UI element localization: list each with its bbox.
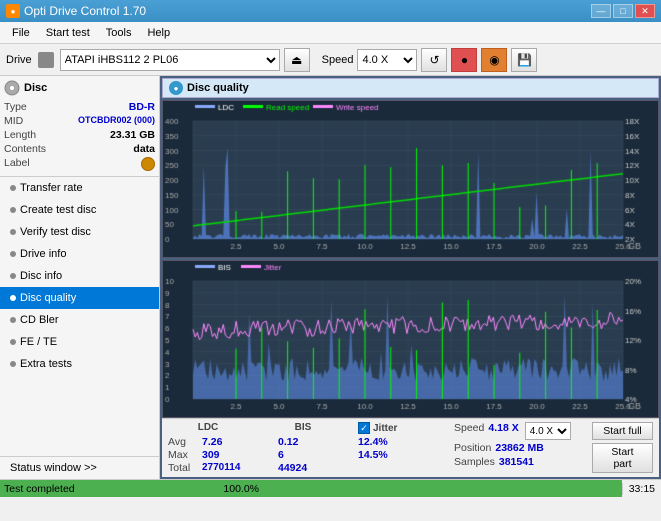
content-area: ● Disc quality LDC BIS [160,76,661,479]
nav-dot [10,339,16,345]
disc-quality-title: Disc quality [187,82,249,94]
drive-select[interactable]: ATAPI iHBS112 2 PL06 [60,49,280,71]
disc-type-row: Type BD-R [4,100,155,114]
ldc-avg: 7.26 [202,436,222,448]
close-button[interactable]: ✕ [635,4,655,18]
jitter-checkbox[interactable]: ✓ [358,422,370,434]
nav-dot [10,185,16,191]
nav-dot [10,295,16,301]
save-button[interactable]: 💾 [511,48,537,72]
sidebar-item-disc-quality[interactable]: Disc quality [0,287,159,309]
disc-label-row: Label [4,156,155,172]
chart2-canvas [163,261,658,417]
menu-file[interactable]: File [4,25,38,41]
chart1-wrapper [162,100,659,258]
speed-select[interactable]: 4.0 X [357,49,417,71]
disc-mid-row: MID OTCBDR002 (000) [4,114,155,128]
app-icon: ● [6,4,20,18]
jitter-avg: 12.4% [358,436,388,448]
sidebar-item-disc-info[interactable]: Disc info [0,265,159,287]
menubar: File Start test Tools Help [0,22,661,44]
stats-table: LDC BIS ✓ Jitter Avg 7.26 [168,422,438,474]
sidebar-item-drive-info[interactable]: Drive info [0,243,159,265]
window-controls: — □ ✕ [591,4,655,18]
bis-avg: 0.12 [278,436,298,448]
jitter-header: Jitter [373,423,397,434]
sidebar-item-fe-te[interactable]: FE / TE [0,331,159,353]
statusbar: Test completed 100.0% 33:15 [0,479,661,497]
position-value: 23862 MB [495,442,543,454]
maximize-button[interactable]: □ [613,4,633,18]
max-label: Max [168,449,198,461]
position-label: Position [454,442,491,454]
samples-label: Samples [454,456,495,468]
nav-dot [10,273,16,279]
label-icon [141,157,155,171]
start-part-button[interactable]: Start part [592,443,653,473]
main-container: Disc Type BD-R MID OTCBDR002 (000) Lengt… [0,76,661,479]
nav-dot [10,361,16,367]
disc-contents-row: Contents data [4,142,155,156]
sidebar-item-create-test-disc[interactable]: Create test disc [0,199,159,221]
nav-dot [10,229,16,235]
refresh-button[interactable]: ↺ [421,48,447,72]
nav-dot [10,317,16,323]
charts-container [162,100,659,418]
start-full-button[interactable]: Start full [592,422,653,440]
avg-label: Avg [168,436,198,448]
nav-dot [10,207,16,213]
status-window-button[interactable]: Status window >> [0,457,159,479]
red-button[interactable]: ● [451,48,477,72]
sidebar-item-verify-test-disc[interactable]: Verify test disc [0,221,159,243]
sidebar-item-extra-tests[interactable]: Extra tests [0,353,159,375]
ldc-header: LDC [168,422,248,433]
sidebar-item-transfer-rate[interactable]: Transfer rate [0,177,159,199]
sidebar-bottom: Status window >> [0,456,159,479]
ldc-total: 2770114 [202,462,240,474]
disc-quality-header: ● Disc quality [162,78,659,98]
drive-label: Drive [6,54,32,66]
disc-icon [4,80,20,96]
menu-start-test[interactable]: Start test [38,25,98,41]
disc-panel: Disc Type BD-R MID OTCBDR002 (000) Lengt… [0,76,159,177]
disc-length-row: Length 23.31 GB [4,128,155,142]
disc-panel-header: Disc [4,80,155,96]
bis-max: 6 [278,449,284,461]
progress-container: Test completed 100.0% [0,480,622,497]
speed-label: Speed [454,422,484,440]
jitter-max: 14.5% [358,449,388,461]
titlebar: ● Opti Drive Control 1.70 — □ ✕ [0,0,661,22]
minimize-button[interactable]: — [591,4,611,18]
total-label: Total [168,462,198,474]
disc-quality-icon: ● [169,81,183,95]
sidebar-item-cd-bler[interactable]: CD Bler [0,309,159,331]
chart2-wrapper [162,260,659,418]
speed-value: 4.18 X [488,422,518,440]
bis-total: 44924 [278,462,307,474]
progress-text: Test completed 100.0% [4,483,259,495]
sidebar: Disc Type BD-R MID OTCBDR002 (000) Lengt… [0,76,160,479]
action-buttons: Start full Start part [592,422,653,473]
toolbar: Drive ATAPI iHBS112 2 PL06 ⏏ Speed 4.0 X… [0,44,661,76]
orange-button[interactable]: ◉ [481,48,507,72]
status-time: 33:15 [622,483,661,495]
eject-button[interactable]: ⏏ [284,48,310,72]
nav-dot [10,251,16,257]
menu-help[interactable]: Help [139,25,178,41]
speed-info: Speed 4.18 X 4.0 X Position 23862 MB Sam… [454,422,584,468]
bis-header: BIS [278,422,328,433]
speed-select-stats[interactable]: 4.0 X [525,422,571,440]
chart1-canvas [163,101,658,257]
samples-value: 381541 [499,456,534,468]
menu-tools[interactable]: Tools [98,25,140,41]
app-title: Opti Drive Control 1.70 [24,4,591,18]
speed-label: Speed [322,54,354,66]
ldc-max: 309 [202,449,220,461]
drive-icon [38,52,54,68]
stats-area: LDC BIS ✓ Jitter Avg 7.26 [162,418,659,477]
